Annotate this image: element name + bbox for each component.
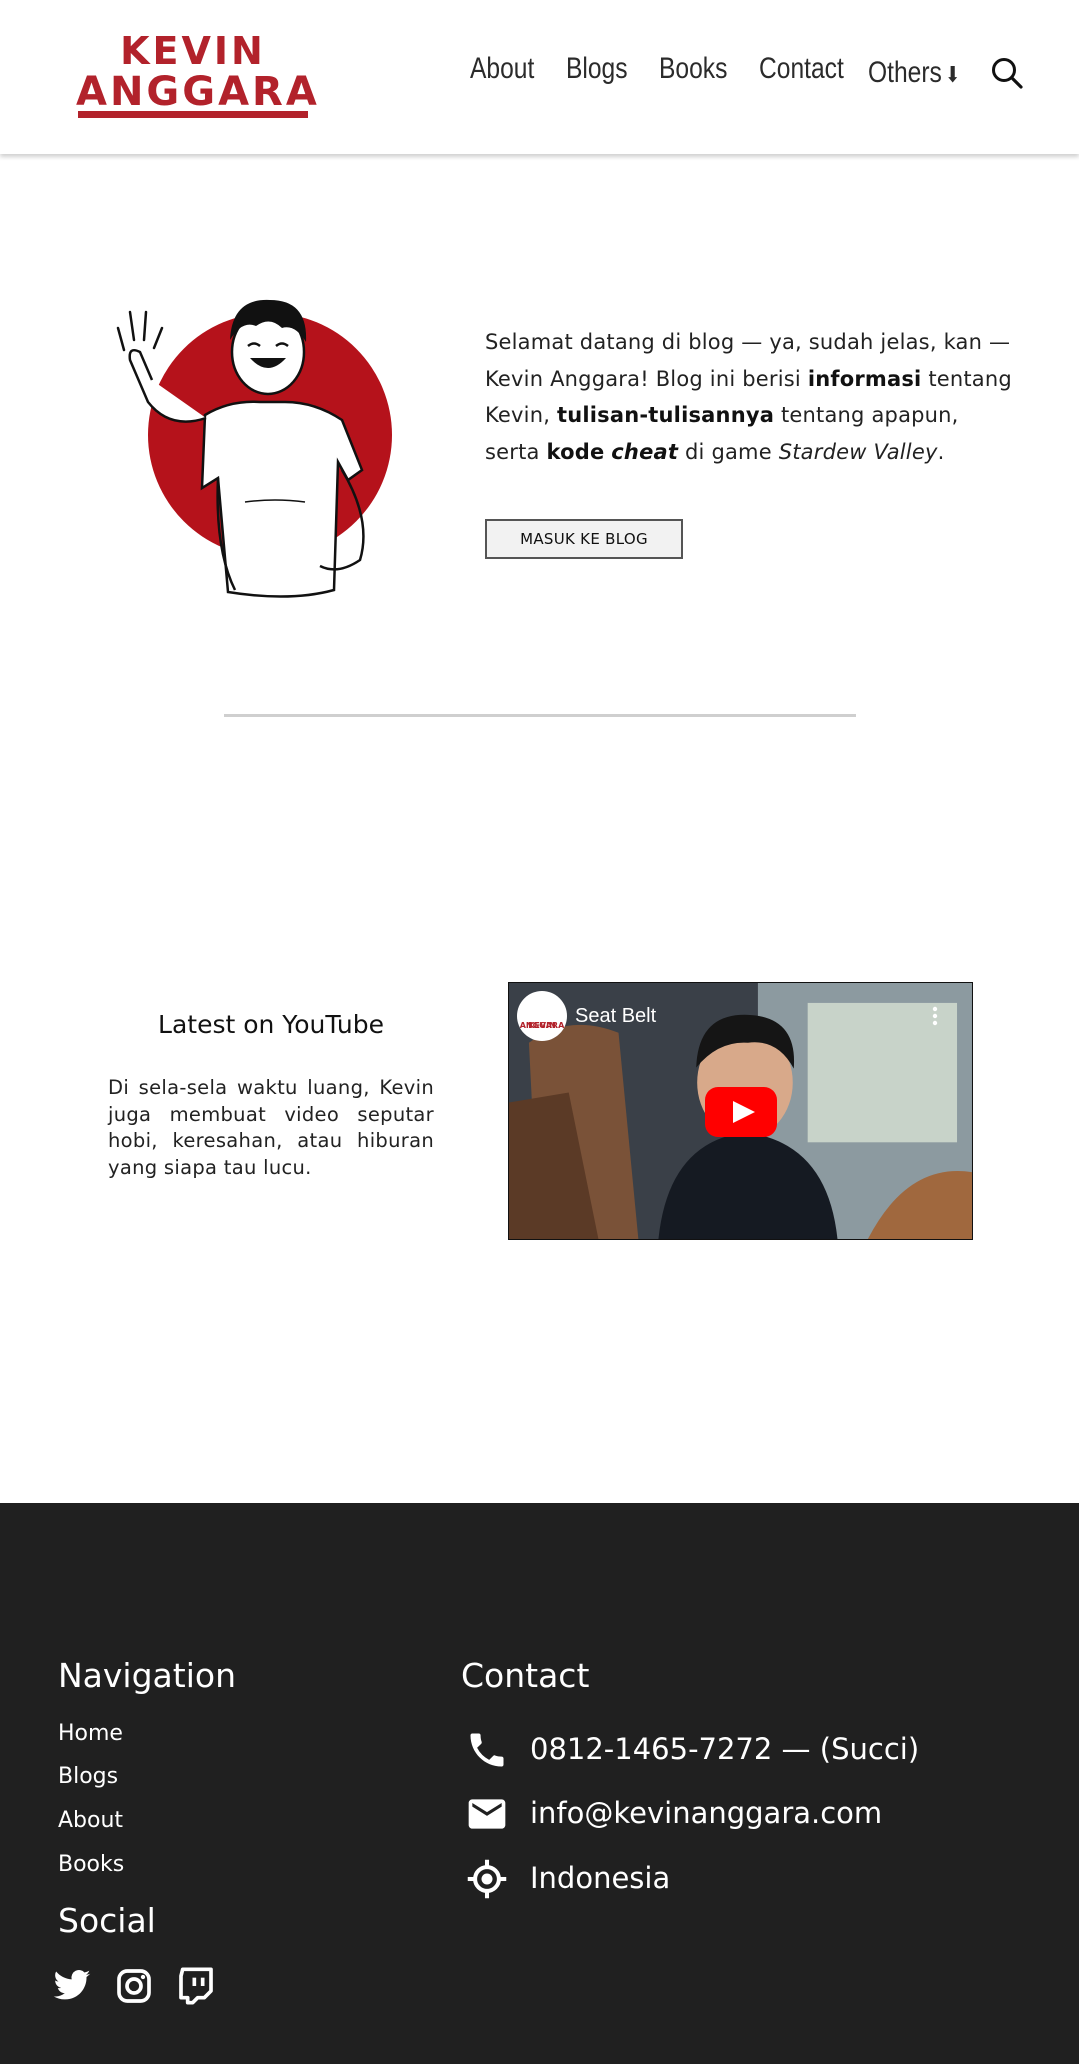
youtube-video-embed[interactable]: KEVIN ANGGARA Seat Belt xyxy=(508,982,973,1240)
play-button-icon[interactable] xyxy=(705,1087,777,1137)
contact-location: Indonesia xyxy=(530,1861,671,1895)
site-header: KEVIN ANGGARA About Blogs Books Contact … xyxy=(0,0,1079,154)
location-crosshair-icon xyxy=(467,1859,507,1899)
nav-blogs[interactable]: Blogs xyxy=(566,52,628,86)
nav-contact[interactable]: Contact xyxy=(759,52,844,86)
footer-link-about[interactable]: About xyxy=(58,1808,123,1833)
site-footer xyxy=(0,1503,1079,2064)
instagram-icon[interactable] xyxy=(114,1966,154,2006)
logo-line-2: ANGGARA xyxy=(76,69,320,115)
nav-others[interactable]: Others ⬇ xyxy=(868,56,960,90)
nav-books[interactable]: Books xyxy=(659,52,727,86)
channel-avatar[interactable]: KEVIN ANGGARA xyxy=(517,991,567,1041)
twitch-icon[interactable] xyxy=(176,1966,216,2006)
youtube-section-title: Latest on YouTube xyxy=(158,1010,384,1039)
footer-contact-heading: Contact xyxy=(461,1656,590,1695)
hero-intro-text: Selamat datang di blog — ya, sudah jelas… xyxy=(485,324,1015,470)
footer-navigation-heading: Navigation xyxy=(58,1656,236,1695)
footer-link-home[interactable]: Home xyxy=(58,1721,123,1746)
waving-man-illustration xyxy=(116,299,392,598)
more-options-icon[interactable] xyxy=(932,1005,938,1027)
contact-phone[interactable]: 0812-1465-7272 — (Succi) xyxy=(530,1732,919,1766)
footer-social-heading: Social xyxy=(58,1901,156,1940)
site-logo[interactable]: KEVIN ANGGARA xyxy=(76,29,320,126)
nav-about[interactable]: About xyxy=(470,52,534,86)
hero-italic-stardew: Stardew Valley xyxy=(778,439,938,464)
search-icon[interactable] xyxy=(990,56,1024,90)
mail-icon xyxy=(468,1799,506,1829)
footer-link-books[interactable]: Books xyxy=(58,1852,124,1877)
chevron-down-icon: ⬇ xyxy=(945,62,961,87)
hero-bold-informasi: informasi xyxy=(807,366,922,391)
logo-underline xyxy=(78,111,308,118)
section-divider xyxy=(224,714,856,717)
hero-bold-italic-cheat: cheat xyxy=(611,439,679,464)
hero-text-part: . xyxy=(937,439,945,464)
twitter-icon[interactable] xyxy=(52,1966,92,2006)
footer-link-blogs[interactable]: Blogs xyxy=(58,1764,118,1789)
hero-text-part: di game xyxy=(678,439,779,464)
channel-avatar-line-2: ANGGARA xyxy=(519,1021,565,1030)
enter-blog-button[interactable]: MASUK KE BLOG xyxy=(485,519,683,559)
phone-icon xyxy=(470,1733,504,1767)
hero-bold-tulisan: tulisan-tulisannya xyxy=(556,403,775,427)
logo-line-1: KEVIN xyxy=(120,29,266,73)
nav-others-label: Others xyxy=(868,56,942,89)
youtube-section-description: Di sela-sela waktu luang, Kevin juga mem… xyxy=(108,1076,434,1179)
video-title[interactable]: Seat Belt xyxy=(575,1005,656,1028)
hero-bold-kode: kode xyxy=(546,439,605,464)
contact-email[interactable]: info@kevinanggara.com xyxy=(530,1796,882,1830)
